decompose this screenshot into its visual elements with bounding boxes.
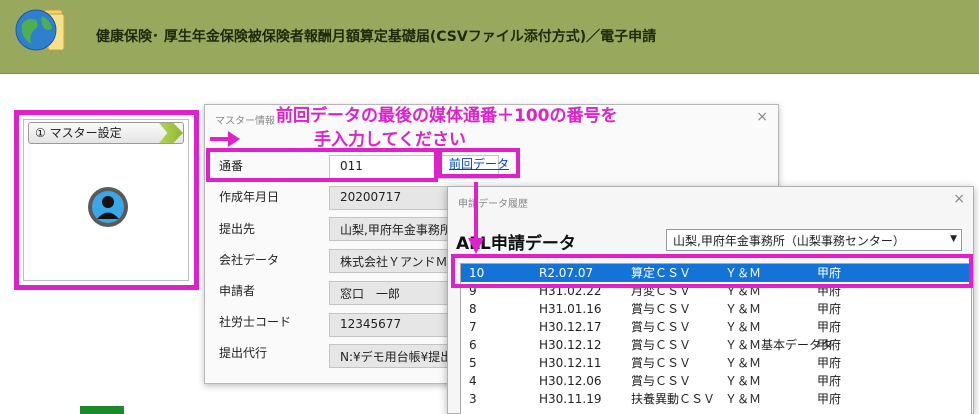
row-number: 7 (469, 320, 477, 334)
row-office: 甲府 (817, 338, 842, 352)
row-office: 甲府 (817, 356, 842, 370)
row-number: 3 (469, 392, 477, 406)
previous-data-highlight-box (438, 148, 520, 178)
applicant-label: 申請者 (219, 284, 256, 298)
row-office: 甲府 (817, 392, 842, 406)
proxy-submit-label: 提出代行 (219, 346, 268, 360)
row-date: H30.12.06 (539, 374, 602, 388)
globe-folder-icon (15, 9, 65, 51)
row-type: 賞与ＣＳＶ (631, 338, 692, 352)
row-date: H31.01.16 (539, 302, 602, 316)
master-setting-frame: ① マスター設定 (23, 119, 189, 281)
app-badge (80, 406, 124, 414)
list-item[interactable]: 8 H31.01.16 賞与ＣＳＶ Ｙ＆Ｍ 甲府 (461, 300, 971, 318)
master-setting-panel: ① マスター設定 (14, 110, 199, 290)
dialog-title: マスター情報 (215, 116, 275, 127)
row-company: Ｙ＆Ｍ (725, 320, 762, 334)
row-type: 賞与ＣＳＶ (631, 356, 692, 370)
office-select-value: 山梨,甲府年金事務所（山梨事務センター） (673, 234, 905, 248)
user-avatar-icon[interactable] (87, 186, 129, 228)
row-date: H30.11.19 (539, 392, 602, 406)
row-type: 賞与ＣＳＶ (631, 320, 692, 334)
instruction-annotation: 前回データの最後の媒体通番＋100の番号を 手入力してください (276, 104, 618, 152)
arrow-down-icon (468, 182, 484, 254)
row-date: H30.12.11 (539, 356, 602, 370)
list-item[interactable]: 7 H30.12.17 賞与ＣＳＶ Ｙ＆Ｍ 甲府 (461, 318, 971, 336)
submit-to-label: 提出先 (219, 222, 256, 236)
master-setting-button[interactable]: ① マスター設定 (28, 122, 184, 144)
row-office: 甲府 (817, 320, 842, 334)
page-title: 健康保険･ 厚生年金保険被保険者報酬月額算定基礎届(CSVファイル添付方式)／電… (96, 29, 657, 45)
chevron-right-icon (159, 123, 183, 143)
row-type: 賞与ＣＳＶ (631, 302, 692, 316)
row-company: Ｙ＆Ｍ (725, 356, 762, 370)
row-date: H30.12.12 (539, 338, 602, 352)
row-date: H30.12.17 (539, 320, 602, 334)
close-icon[interactable]: × (953, 191, 965, 207)
row-office: 甲府 (817, 302, 842, 316)
row-number: 5 (469, 356, 477, 370)
row-number: 8 (469, 302, 477, 316)
sharoushi-code-label: 社労士コード (219, 315, 292, 329)
close-icon[interactable]: × (756, 109, 768, 125)
list-item[interactable]: 6 H30.12.12 賞与ＣＳＶ Ｙ＆Ｍ基本データタ 甲府 (461, 336, 971, 354)
application-history-dialog: 申請データ履歴 × ALL申請データ 山梨,甲府年金事務所（山梨事務センター） … (447, 186, 974, 414)
row-company: Ｙ＆Ｍ (725, 302, 762, 316)
row-office: 甲府 (817, 374, 842, 388)
instruction-line-1: 前回データの最後の媒体通番＋100の番号を (276, 106, 618, 126)
list-item[interactable]: 5 H30.12.11 賞与ＣＳＶ Ｙ＆Ｍ 甲府 (461, 354, 971, 372)
list-item[interactable]: 4 H30.12.06 賞与ＣＳＶ Ｙ＆Ｍ 甲府 (461, 372, 971, 390)
app-header: 健康保険･ 厚生年金保険被保険者報酬月額算定基礎届(CSVファイル添付方式)／電… (0, 0, 979, 74)
serial-highlight-box (206, 148, 438, 182)
row-company: Ｙ＆Ｍ (725, 374, 762, 388)
company-data-label: 会社データ (219, 253, 280, 267)
row-company: Ｙ＆Ｍ (725, 392, 762, 406)
dropdown-arrow-icon[interactable]: ▼ (950, 234, 957, 244)
row-number: 4 (469, 374, 477, 388)
list-item[interactable]: 3 H30.11.19 扶養異動ＣＳＶ Ｙ＆Ｍ 甲府 (461, 390, 971, 408)
master-setting-label: ① マスター設定 (35, 126, 122, 140)
row-number: 6 (469, 338, 477, 352)
office-select[interactable]: 山梨,甲府年金事務所（山梨事務センター） ▼ (666, 229, 962, 251)
selected-row-highlight-box (451, 254, 973, 288)
instruction-line-2: 手入力してください (314, 130, 466, 150)
row-type: 扶養異動ＣＳＶ (631, 392, 716, 406)
row-type: 賞与ＣＳＶ (631, 374, 692, 388)
arrow-right-icon (210, 131, 240, 147)
created-date-label: 作成年月日 (219, 190, 280, 204)
